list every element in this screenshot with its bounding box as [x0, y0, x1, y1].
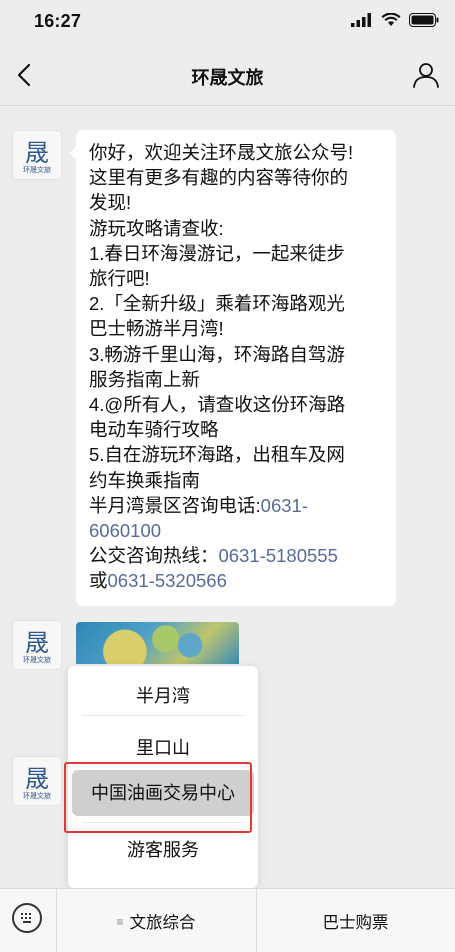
- bay-phone-link-part2[interactable]: 6060100: [89, 518, 384, 543]
- keyboard-toggle-button[interactable]: [12, 903, 42, 933]
- guide-link-2[interactable]: 2.「全新升级」乘着环海路观光: [89, 291, 384, 316]
- menu-lines-icon: ≡: [116, 915, 124, 929]
- bus-phone-label: 公交咨询热线：: [89, 545, 219, 567]
- bottom-menu-culture-travel[interactable]: ≡ 文旅综合: [56, 909, 256, 933]
- bay-phone-label: 半月湾景区咨询电话:: [89, 494, 261, 516]
- account-avatar[interactable]: 晟 环晟文旅: [12, 130, 62, 180]
- bus-phone-link-2[interactable]: 0631-5320566: [108, 570, 227, 591]
- message-line: 游玩攻略请查收:: [89, 217, 224, 239]
- menu-item-likou-mountain[interactable]: 里口山: [68, 734, 258, 760]
- huansheng-logo-icon: 晟 环晟文旅: [23, 139, 51, 174]
- bay-phone-link-part1[interactable]: 0631-: [261, 495, 308, 516]
- menu-item-visitor-services[interactable]: 游客服务: [68, 836, 258, 862]
- guide-link-2-cont[interactable]: 巴士畅游半月湾!: [89, 316, 384, 341]
- menu-item-half-moon-bay[interactable]: 半月湾: [68, 682, 258, 708]
- bottom-menu-label: 文旅综合: [129, 914, 196, 932]
- status-icons: [351, 13, 439, 27]
- selection-highlight-box: [64, 762, 252, 833]
- svg-text:环晟文旅: 环晟文旅: [23, 165, 51, 174]
- page-title: 环晟文旅: [191, 68, 264, 88]
- menu-divider: [82, 715, 244, 716]
- keyboard-icon: [21, 913, 31, 923]
- bus-phone-line: 公交咨询热线：0631-5180555: [89, 543, 384, 568]
- status-bar: 16:27: [0, 0, 455, 44]
- nav-bar: 环晟文旅: [0, 44, 455, 106]
- svg-text:晟: 晟: [25, 629, 49, 657]
- account-avatar[interactable]: 晟 环晟文旅: [12, 756, 62, 806]
- user-profile-icon[interactable]: [411, 60, 441, 90]
- guide-link-5[interactable]: 5.自在游玩环海路，出租车及网: [89, 442, 384, 467]
- guide-link-1[interactable]: 1.春日环海漫游记，一起来徒步: [89, 241, 384, 266]
- bus-phone-link-1[interactable]: 0631-5180555: [219, 545, 338, 566]
- huansheng-logo-icon: 晟 环晟文旅: [23, 765, 51, 800]
- account-avatar[interactable]: 晟 环晟文旅: [12, 620, 62, 670]
- bay-phone-line: 半月湾景区咨询电话:0631-: [89, 493, 384, 518]
- svg-text:环晟文旅: 环晟文旅: [23, 655, 51, 664]
- guide-link-4[interactable]: 4.@所有人，请查收这份环海路: [89, 392, 384, 417]
- svg-text:晟: 晟: [25, 139, 49, 167]
- battery-icon: [409, 13, 439, 27]
- or-label: 或: [89, 570, 108, 592]
- svg-text:环晟文旅: 环晟文旅: [23, 791, 51, 800]
- bottom-menu-bar: ≡ 文旅综合 巴士购票: [0, 888, 455, 952]
- map-image-message[interactable]: [76, 622, 239, 664]
- bus-phone-line-2: 或0631-5320566: [89, 568, 384, 593]
- message-line: 你好，欢迎关注环晟文旅公众号!: [89, 142, 354, 163]
- message-line: 发现!: [89, 192, 132, 214]
- huansheng-logo-icon: 晟 环晟文旅: [23, 629, 51, 664]
- status-time: 16:27: [34, 11, 82, 31]
- guide-link-5-cont[interactable]: 约车换乘指南: [89, 468, 384, 493]
- guide-link-4-cont[interactable]: 电动车骑行攻略: [89, 417, 384, 442]
- welcome-message-bubble: 你好，欢迎关注环晟文旅公众号! 这里有更多有趣的内容等待你的 发现! 游玩攻略请…: [69, 130, 396, 606]
- guide-link-3-cont[interactable]: 服务指南上新: [89, 367, 384, 392]
- bottom-menu-bus-tickets[interactable]: 巴士购票: [256, 909, 455, 933]
- signal-icon: [351, 13, 371, 27]
- svg-text:晟: 晟: [25, 765, 49, 793]
- message-line: 这里有更多有趣的内容等待你的: [89, 167, 349, 189]
- guide-link-3[interactable]: 3.畅游千里山海，环海路自驾游: [89, 342, 384, 367]
- wifi-icon: [381, 13, 401, 26]
- guide-link-1-cont[interactable]: 旅行吧!: [89, 266, 384, 291]
